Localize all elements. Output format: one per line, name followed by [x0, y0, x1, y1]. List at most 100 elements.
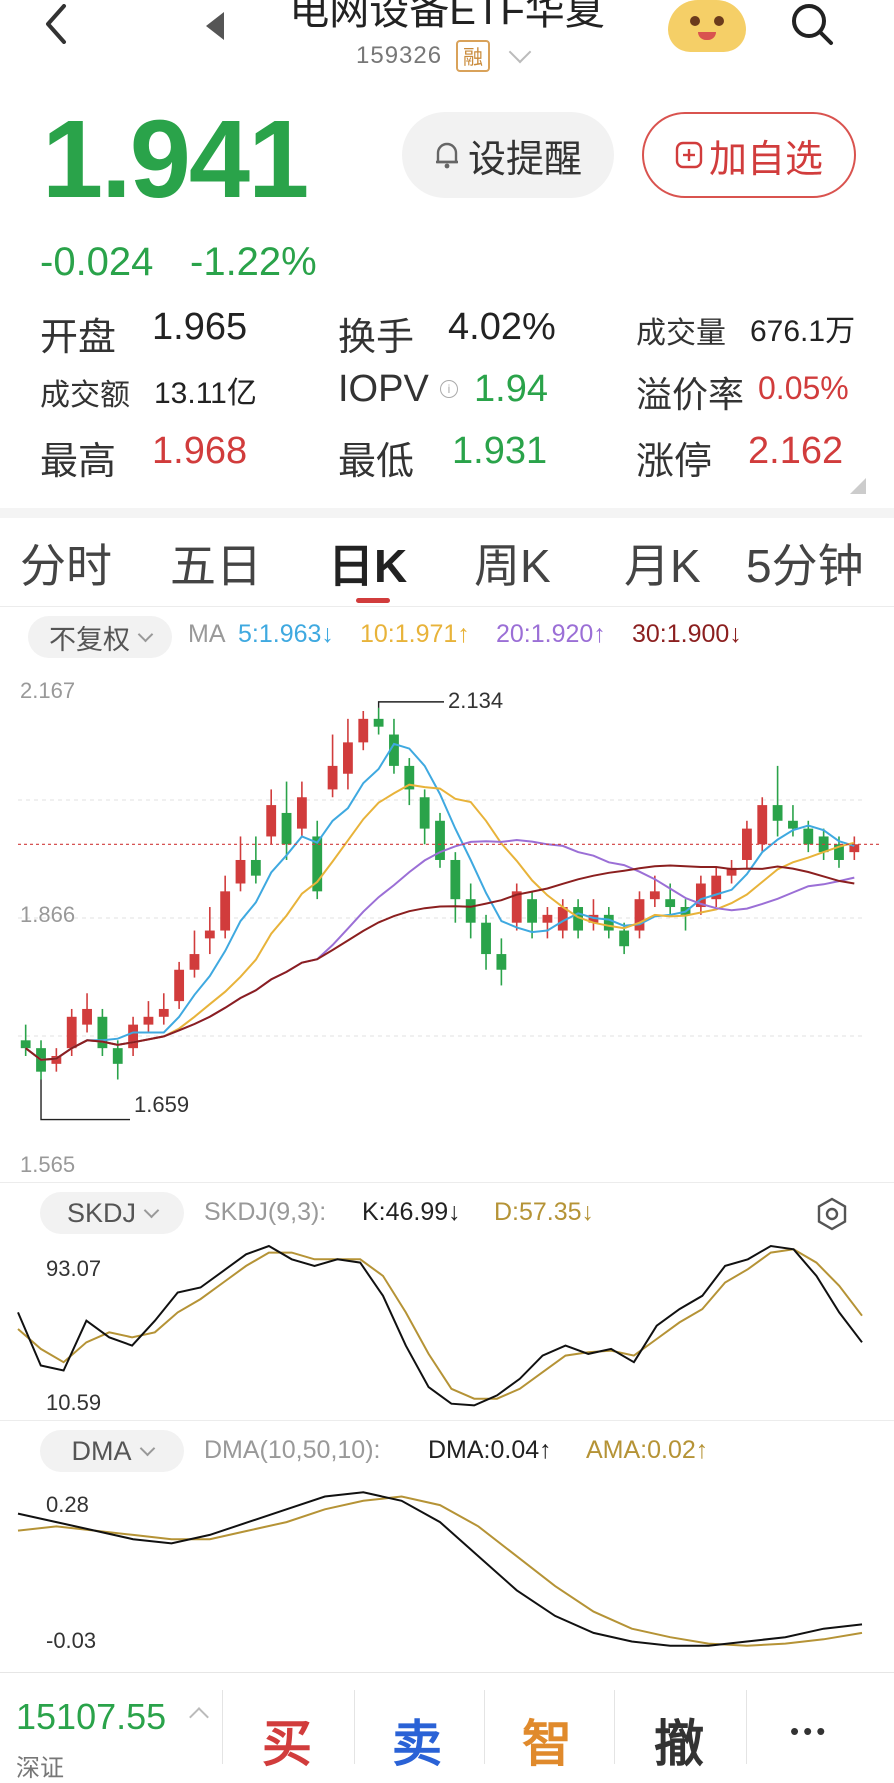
bell-icon [435, 142, 458, 169]
candle-body [450, 859, 461, 900]
active-tab-indicator [356, 598, 390, 603]
page-title: 电网设备ETF华夏 [289, 0, 605, 33]
skdj-bottom-divider [0, 1420, 894, 1421]
current-price: 1.941 [42, 98, 309, 221]
bar-divider [222, 1690, 223, 1764]
candle-body [266, 805, 277, 837]
tab-daily-k[interactable]: 日K [328, 530, 407, 596]
volume-label: 成交量 [636, 317, 726, 350]
adjust-select-label: 不复权 [49, 624, 130, 655]
candle-body [481, 922, 491, 955]
bar-divider [746, 1690, 747, 1764]
candle-body [419, 797, 430, 829]
skdj-select[interactable]: SKDJ [40, 1192, 184, 1234]
candle-body [358, 718, 369, 743]
bar-divider [484, 1690, 485, 1764]
volume-value: 676.1万 [750, 315, 856, 348]
ma-label: MA [188, 620, 226, 648]
tab-five-day[interactable]: 五日 [170, 530, 262, 596]
ama-line [17, 1495, 863, 1647]
skdj-k-line [17, 1244, 863, 1407]
premium-value: 0.05% [758, 370, 849, 406]
tab-intraday[interactable]: 分时 [20, 530, 112, 596]
candle-body [803, 828, 814, 845]
candle-body [757, 805, 768, 845]
turnover-value: 4.02% [448, 306, 556, 348]
tab-five-minute[interactable]: 5分钟 [746, 530, 864, 596]
ma5-line [25, 742, 855, 1061]
search-button[interactable] [790, 2, 834, 46]
buy-button[interactable]: 买 [262, 1704, 312, 1776]
skdj-y-top: 93.07 [46, 1256, 102, 1281]
dma-chart[interactable] [0, 1480, 894, 1660]
info-icon[interactable]: i [440, 380, 458, 398]
dma-select-label: DMA [71, 1435, 132, 1466]
settings-hexagon-icon [817, 1197, 847, 1231]
candle-body [82, 1008, 92, 1025]
skdj-y-bot: 10.59 [46, 1390, 102, 1415]
low-value: 1.931 [452, 430, 548, 472]
skdj-params: SKDJ(9,3): [204, 1198, 327, 1226]
kline-y-mid: 1.866 [20, 902, 76, 927]
mascot-icon[interactable] [668, 0, 746, 52]
dma-value: DMA:0.04↑ [428, 1436, 552, 1464]
section-separator [0, 508, 894, 518]
set-alert-button[interactable]: 设提醒 [402, 112, 614, 198]
ama-value: AMA:0.02↑ [586, 1436, 709, 1464]
kline-bottom-divider [0, 1182, 894, 1183]
chevron-up-icon[interactable] [189, 1707, 209, 1727]
smart-button[interactable]: 智 [522, 1704, 572, 1776]
ma30-value: 30:1.900↓ [632, 620, 742, 648]
candle-body [343, 742, 353, 774]
candle-body [158, 1008, 169, 1017]
open-label: 开盘 [40, 317, 117, 359]
tab-monthly-k[interactable]: 月K [624, 530, 701, 596]
amount-label: 成交额 [40, 379, 130, 412]
iopv-label: IOPV [338, 368, 429, 410]
turnover-label: 换手 [338, 317, 415, 359]
search-icon [792, 4, 833, 45]
kline-y-top: 2.167 [20, 678, 76, 703]
high-label: 最高 [40, 441, 117, 483]
ma10-value: 10:1.971↑ [360, 620, 470, 648]
index-value[interactable]: 15107.55 [16, 1696, 166, 1738]
price-change-percent: -1.22% [190, 240, 317, 284]
tab-weekly-k[interactable]: 周K [474, 530, 551, 596]
margin-badge: 融 [456, 40, 490, 72]
more-button[interactable]: ••• [790, 1716, 829, 1747]
price-change: -0.024 [40, 240, 154, 284]
candle-body [235, 859, 246, 884]
low-marker-line [40, 1079, 130, 1121]
settings-button[interactable] [814, 1196, 850, 1237]
candle-body [112, 1048, 123, 1064]
skdj-d-value: D:57.35↓ [494, 1198, 595, 1226]
skdj-k-value: K:46.99↓ [362, 1198, 461, 1226]
sell-button[interactable]: 卖 [392, 1704, 442, 1776]
kline-high-marker: 2.134 [448, 688, 504, 713]
dma-y-top: 0.28 [46, 1492, 89, 1517]
expand-corner-icon[interactable] [850, 478, 866, 494]
ma20-value: 20:1.920↑ [496, 620, 606, 648]
limit-up-value: 2.162 [748, 430, 844, 472]
high-marker-line [377, 701, 444, 708]
plus-square-icon [675, 141, 703, 169]
dma-line [17, 1491, 863, 1647]
cancel-button[interactable]: 撤 [654, 1704, 704, 1776]
high-value: 1.968 [152, 430, 248, 472]
candle-body [373, 718, 384, 727]
dma-select[interactable]: DMA [40, 1430, 184, 1472]
candle-body [189, 954, 200, 970]
skdj-chart[interactable] [0, 1240, 894, 1420]
candle-body [296, 797, 307, 829]
chevron-down-icon[interactable] [508, 40, 532, 64]
chevron-down-icon [139, 1440, 155, 1456]
kline-y-bot: 1.565 [20, 1152, 76, 1177]
candle-body [250, 859, 261, 876]
candle-body [281, 812, 292, 845]
candle-body [143, 1016, 154, 1025]
tabs-divider [0, 606, 894, 607]
candle-body [220, 891, 231, 931]
ma5-value: 5:1.963↓ [238, 620, 334, 648]
adjust-select[interactable]: 不复权 [28, 616, 172, 658]
add-favorite-button[interactable]: 加自选 [642, 112, 856, 198]
